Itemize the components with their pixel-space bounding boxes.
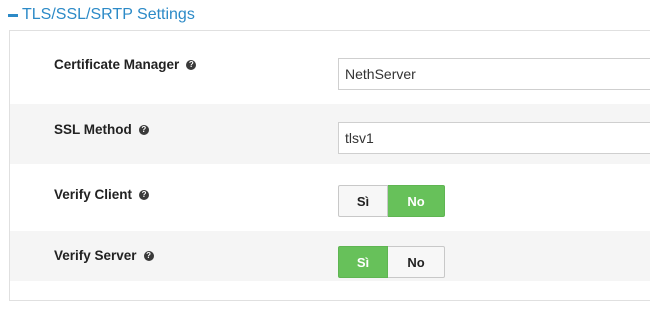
- help-icon[interactable]: ?: [143, 250, 154, 261]
- verify-server-label: Verify Server: [54, 248, 137, 263]
- certificate-manager-label-group: Certificate Manager ?: [54, 57, 197, 72]
- verify-client-toggle[interactable]: Sì No: [338, 185, 445, 217]
- help-icon[interactable]: ?: [186, 59, 197, 70]
- help-icon[interactable]: ?: [138, 124, 149, 135]
- verify-server-yes-button[interactable]: Sì: [338, 246, 388, 278]
- verify-client-yes-button[interactable]: Sì: [338, 185, 388, 217]
- verify-server-toggle[interactable]: Sì No: [338, 246, 445, 278]
- ssl-method-label-group: SSL Method ?: [54, 122, 149, 137]
- verify-client-row: Verify Client ? Sì No: [10, 170, 650, 226]
- help-icon[interactable]: ?: [139, 189, 150, 200]
- ssl-method-label: SSL Method: [54, 122, 132, 137]
- verify-server-row: Verify Server ? Sì No: [10, 231, 650, 281]
- ssl-method-input[interactable]: [338, 122, 650, 154]
- section-header[interactable]: TLS/SSL/SRTP Settings: [8, 4, 195, 26]
- minus-icon[interactable]: [8, 14, 18, 17]
- ssl-method-row: SSL Method ?: [10, 104, 650, 164]
- certificate-manager-row: Certificate Manager ?: [10, 40, 650, 92]
- section-title: TLS/SSL/SRTP Settings: [22, 6, 195, 23]
- verify-server-no-button[interactable]: No: [388, 246, 445, 278]
- verify-client-label: Verify Client: [54, 187, 133, 202]
- certificate-manager-input[interactable]: [338, 58, 650, 90]
- verify-server-label-group: Verify Server ?: [54, 248, 154, 263]
- verify-client-label-group: Verify Client ?: [54, 187, 150, 202]
- verify-client-no-button[interactable]: No: [388, 185, 445, 217]
- certificate-manager-label: Certificate Manager: [54, 57, 180, 72]
